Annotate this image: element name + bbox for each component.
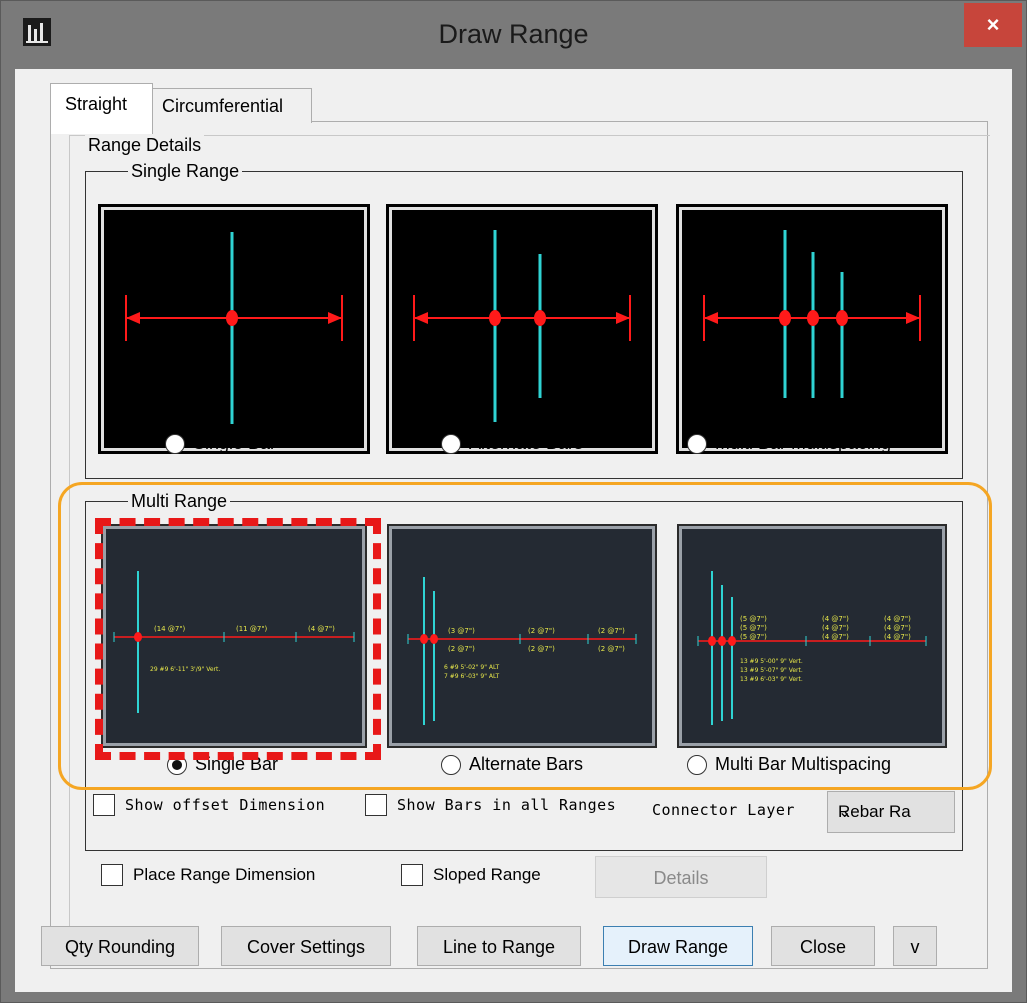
radio-circle[interactable] — [687, 433, 707, 454]
multi-range-label: Multi Range — [128, 491, 231, 512]
radio-label: Single Bar — [193, 433, 277, 453]
multi-alt-note-2: 7 #9 6'-03" 9" ALT — [444, 673, 500, 680]
radio-label: Alternate Bars — [469, 433, 584, 453]
radio-label: Multi Bar Multispacing — [715, 754, 892, 774]
mm-c3-3: (4 @7") — [884, 633, 911, 641]
multi-alt-top-3: (2 @7") — [598, 627, 625, 635]
title-bar[interactable]: Draw Range × — [1, 1, 1026, 69]
single-bar-preview[interactable] — [101, 207, 367, 451]
multi-alt-top-2: (2 @7") — [528, 627, 555, 635]
checkbox-label: Show Bars in all Ranges — [397, 796, 617, 814]
checkbox-label: Show offset Dimension — [125, 796, 326, 814]
radio-label: Alternate Bars — [469, 754, 584, 774]
qty-rounding-button[interactable]: Qty Rounding — [41, 926, 199, 966]
multi-range-single-bar-radio[interactable]: Single Bar — [167, 754, 278, 775]
multi-range-alternate-bars-radio[interactable]: Alternate Bars — [441, 754, 583, 775]
mm-note-2: 13 #9 5'-07" 9" Vert. — [740, 667, 803, 674]
draw-range-window: Draw Range × Straight Circumferential Ra… — [0, 0, 1027, 1003]
tab-circumferential-label: Circumferential — [162, 96, 284, 116]
multi-single-label-1: (14 @7") — [154, 625, 186, 633]
mm-c3-2: (4 @7") — [884, 624, 911, 632]
radio-circle[interactable] — [441, 754, 461, 775]
mm-c1-3: (5 @7") — [740, 633, 767, 641]
range-details-label: Range Details — [85, 135, 205, 156]
multi-single-label-2: (11 @7") — [236, 625, 268, 633]
multi-alt-bot-2: (2 @7") — [528, 645, 555, 653]
tab-circumferential[interactable]: Circumferential — [151, 88, 312, 123]
multi-alt-note-1: 6 #9 5'-02" 9" ALT — [444, 664, 500, 671]
radio-circle[interactable] — [441, 433, 461, 454]
multi-bar-multispacing-preview[interactable] — [679, 207, 945, 451]
checkbox-label: Place Range Dimension — [133, 865, 316, 884]
details-button[interactable]: Details — [595, 856, 767, 898]
radio-label: Multi Bar Multispacing — [715, 433, 892, 453]
draw-range-button[interactable]: Draw Range — [603, 926, 753, 966]
radio-circle[interactable] — [165, 433, 185, 454]
multi-alt-bot-1: (2 @7") — [448, 645, 475, 653]
mm-c1-2: (5 @7") — [740, 624, 767, 632]
mm-c1-1: (5 @7") — [740, 615, 767, 623]
checkbox-label: Sloped Range — [433, 865, 541, 884]
multi-range-multi-bar-radio[interactable]: Multi Bar Multispacing — [687, 754, 891, 775]
checkbox-box[interactable] — [401, 864, 423, 886]
checkbox-box[interactable] — [365, 794, 387, 816]
mm-c2-2: (4 @7") — [822, 624, 849, 632]
multi-alternate-bars-preview[interactable]: (3 @7") (2 @7") (2 @7") (2 @7") (2 @7") … — [389, 526, 655, 746]
chevron-down-icon: ⌄ — [838, 804, 852, 821]
single-range-single-bar-radio[interactable]: Single Bar — [165, 433, 276, 454]
multi-alt-top-1: (3 @7") — [448, 627, 475, 635]
line-to-range-button[interactable]: Line to Range — [417, 926, 581, 966]
close-button[interactable]: Close — [771, 926, 875, 966]
radio-circle[interactable] — [687, 754, 707, 775]
multi-single-bar-preview[interactable]: (14 @7") (11 @7") (4 @7") 29 #9 6'-11" 3… — [103, 526, 365, 746]
multi-multi-bar-preview[interactable]: (5 @7") (5 @7") (5 @7") (4 @7") (4 @7") … — [679, 526, 945, 746]
checkbox-box[interactable] — [101, 864, 123, 886]
tab-straight[interactable]: Straight — [50, 83, 153, 134]
checkbox-box[interactable] — [93, 794, 115, 816]
mm-note-1: 13 #9 5'-00" 9" Vert. — [740, 658, 803, 665]
mm-c3-1: (4 @7") — [884, 615, 911, 623]
single-range-label: Single Range — [128, 161, 243, 182]
cover-settings-button[interactable]: Cover Settings — [221, 926, 391, 966]
show-offset-dimension-checkbox[interactable]: Show offset Dimension — [93, 794, 325, 816]
mm-c2-3: (4 @7") — [822, 633, 849, 641]
radio-label: Single Bar — [195, 754, 279, 774]
radio-circle-selected[interactable] — [167, 754, 187, 775]
place-range-dimension-checkbox[interactable]: Place Range Dimension — [101, 864, 315, 886]
tab-straight-label: Straight — [65, 94, 128, 114]
dialog-client-area: Straight Circumferential Range Details S… — [15, 69, 1012, 992]
multi-single-note: 29 #9 6'-11" 3'/9" Vert. — [150, 666, 220, 673]
window-title: Draw Range — [438, 19, 589, 49]
connector-layer-label: Connector Layer — [652, 801, 795, 819]
sloped-range-checkbox[interactable]: Sloped Range — [401, 864, 541, 886]
multi-alt-bot-3: (2 @7") — [598, 645, 625, 653]
connector-layer-select[interactable]: Rebar Ra ⌄ — [827, 791, 955, 833]
single-range-alternate-bars-radio[interactable]: Alternate Bars — [441, 433, 583, 454]
mm-c2-1: (4 @7") — [822, 615, 849, 623]
single-range-multi-bar-radio[interactable]: Multi Bar Multispacing — [687, 433, 891, 454]
more-options-button[interactable]: v — [893, 926, 937, 966]
mm-note-3: 13 #9 6'-03" 9" Vert. — [740, 676, 803, 683]
close-window-button[interactable]: × — [964, 3, 1022, 47]
alternate-bars-preview[interactable] — [389, 207, 655, 451]
multi-single-label-3: (4 @7") — [308, 625, 335, 633]
show-bars-in-all-ranges-checkbox[interactable]: Show Bars in all Ranges — [365, 794, 616, 816]
